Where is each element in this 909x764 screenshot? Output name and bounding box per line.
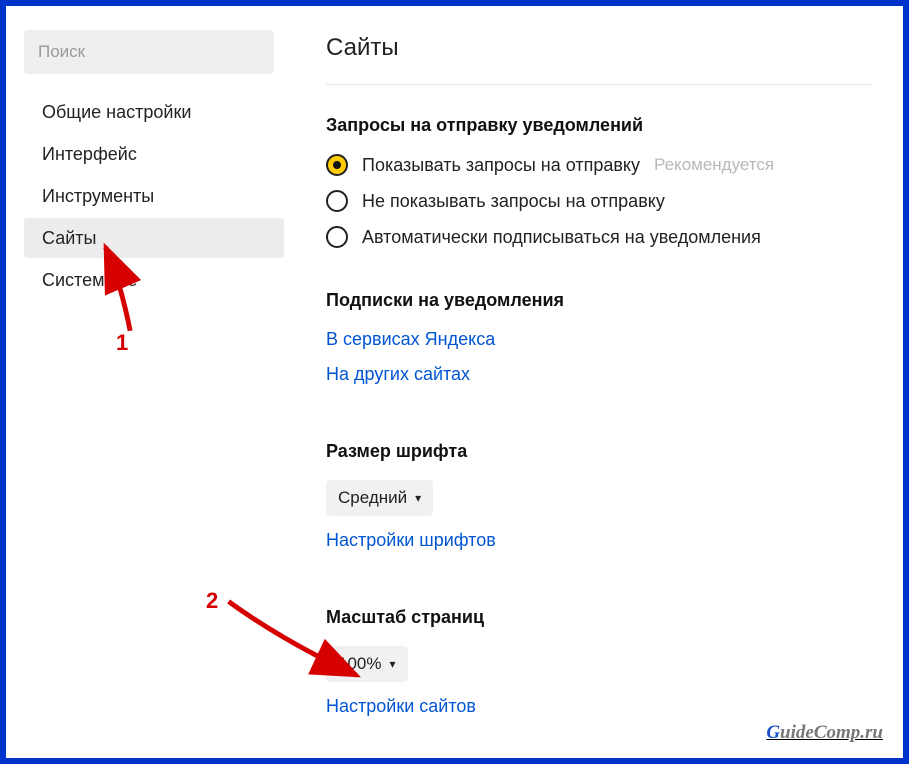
section-page-scale: Масштаб страниц 100% ▾ Настройки сайтов <box>326 607 873 731</box>
radio-auto-subscribe[interactable]: Автоматически подписываться на уведомлен… <box>326 226 873 248</box>
sidebar-item-tools[interactable]: Инструменты <box>24 176 284 216</box>
sidebar-item-sites[interactable]: Сайты <box>24 218 284 258</box>
radio-label: Показывать запросы на отправку <box>362 155 640 176</box>
chevron-down-icon: ▾ <box>389 657 395 671</box>
search-input[interactable]: Поиск <box>24 30 274 74</box>
radio-icon <box>326 154 348 176</box>
search-placeholder: Поиск <box>38 42 85 62</box>
sidebar-item-interface[interactable]: Интерфейс <box>24 134 284 174</box>
link-site-settings[interactable]: Настройки сайтов <box>326 696 476 717</box>
sidebar-item-system[interactable]: Системные <box>24 260 284 300</box>
radio-icon <box>326 190 348 212</box>
sidebar: Поиск Общие настройки Интерфейс Инструме… <box>6 6 296 758</box>
sidebar-item-label: Системные <box>42 270 137 291</box>
sidebar-item-label: Общие настройки <box>42 102 191 123</box>
recommended-badge: Рекомендуется <box>654 155 774 175</box>
link-yandex-services[interactable]: В сервисах Яндекса <box>326 329 495 350</box>
link-font-settings[interactable]: Настройки шрифтов <box>326 530 496 551</box>
dropdown-value: Средний <box>338 488 407 508</box>
radio-icon <box>326 226 348 248</box>
section-notifications: Запросы на отправку уведомлений Показыва… <box>326 115 873 248</box>
page-scale-dropdown[interactable]: 100% ▾ <box>326 646 408 682</box>
radio-label: Автоматически подписываться на уведомлен… <box>362 227 761 248</box>
main-panel: Сайты Запросы на отправку уведомлений По… <box>296 6 903 758</box>
page-title: Сайты <box>326 34 873 85</box>
watermark-rest: uideComp.ru <box>780 722 883 743</box>
settings-window: Поиск Общие настройки Интерфейс Инструме… <box>0 0 909 764</box>
radio-dont-show-requests[interactable]: Не показывать запросы на отправку <box>326 190 873 212</box>
font-size-dropdown[interactable]: Средний ▾ <box>326 480 433 516</box>
sidebar-item-general[interactable]: Общие настройки <box>24 92 284 132</box>
radio-label: Не показывать запросы на отправку <box>362 191 665 212</box>
radio-show-requests[interactable]: Показывать запросы на отправку Рекоменду… <box>326 154 873 176</box>
section-font-size: Размер шрифта Средний ▾ Настройки шрифто… <box>326 441 873 565</box>
chevron-down-icon: ▾ <box>415 491 421 505</box>
link-other-sites[interactable]: На других сайтах <box>326 364 470 385</box>
section-heading-page-scale: Масштаб страниц <box>326 607 873 628</box>
section-subscriptions: Подписки на уведомления В сервисах Яндек… <box>326 290 873 399</box>
sidebar-item-label: Инструменты <box>42 186 154 207</box>
section-heading-subscriptions: Подписки на уведомления <box>326 290 873 311</box>
sidebar-item-label: Интерфейс <box>42 144 137 165</box>
watermark: GuideComp.ru <box>766 722 883 744</box>
section-heading-notifications: Запросы на отправку уведомлений <box>326 115 873 136</box>
section-heading-font-size: Размер шрифта <box>326 441 873 462</box>
dropdown-value: 100% <box>338 654 381 674</box>
sidebar-item-label: Сайты <box>42 228 96 249</box>
watermark-first: G <box>766 722 780 743</box>
